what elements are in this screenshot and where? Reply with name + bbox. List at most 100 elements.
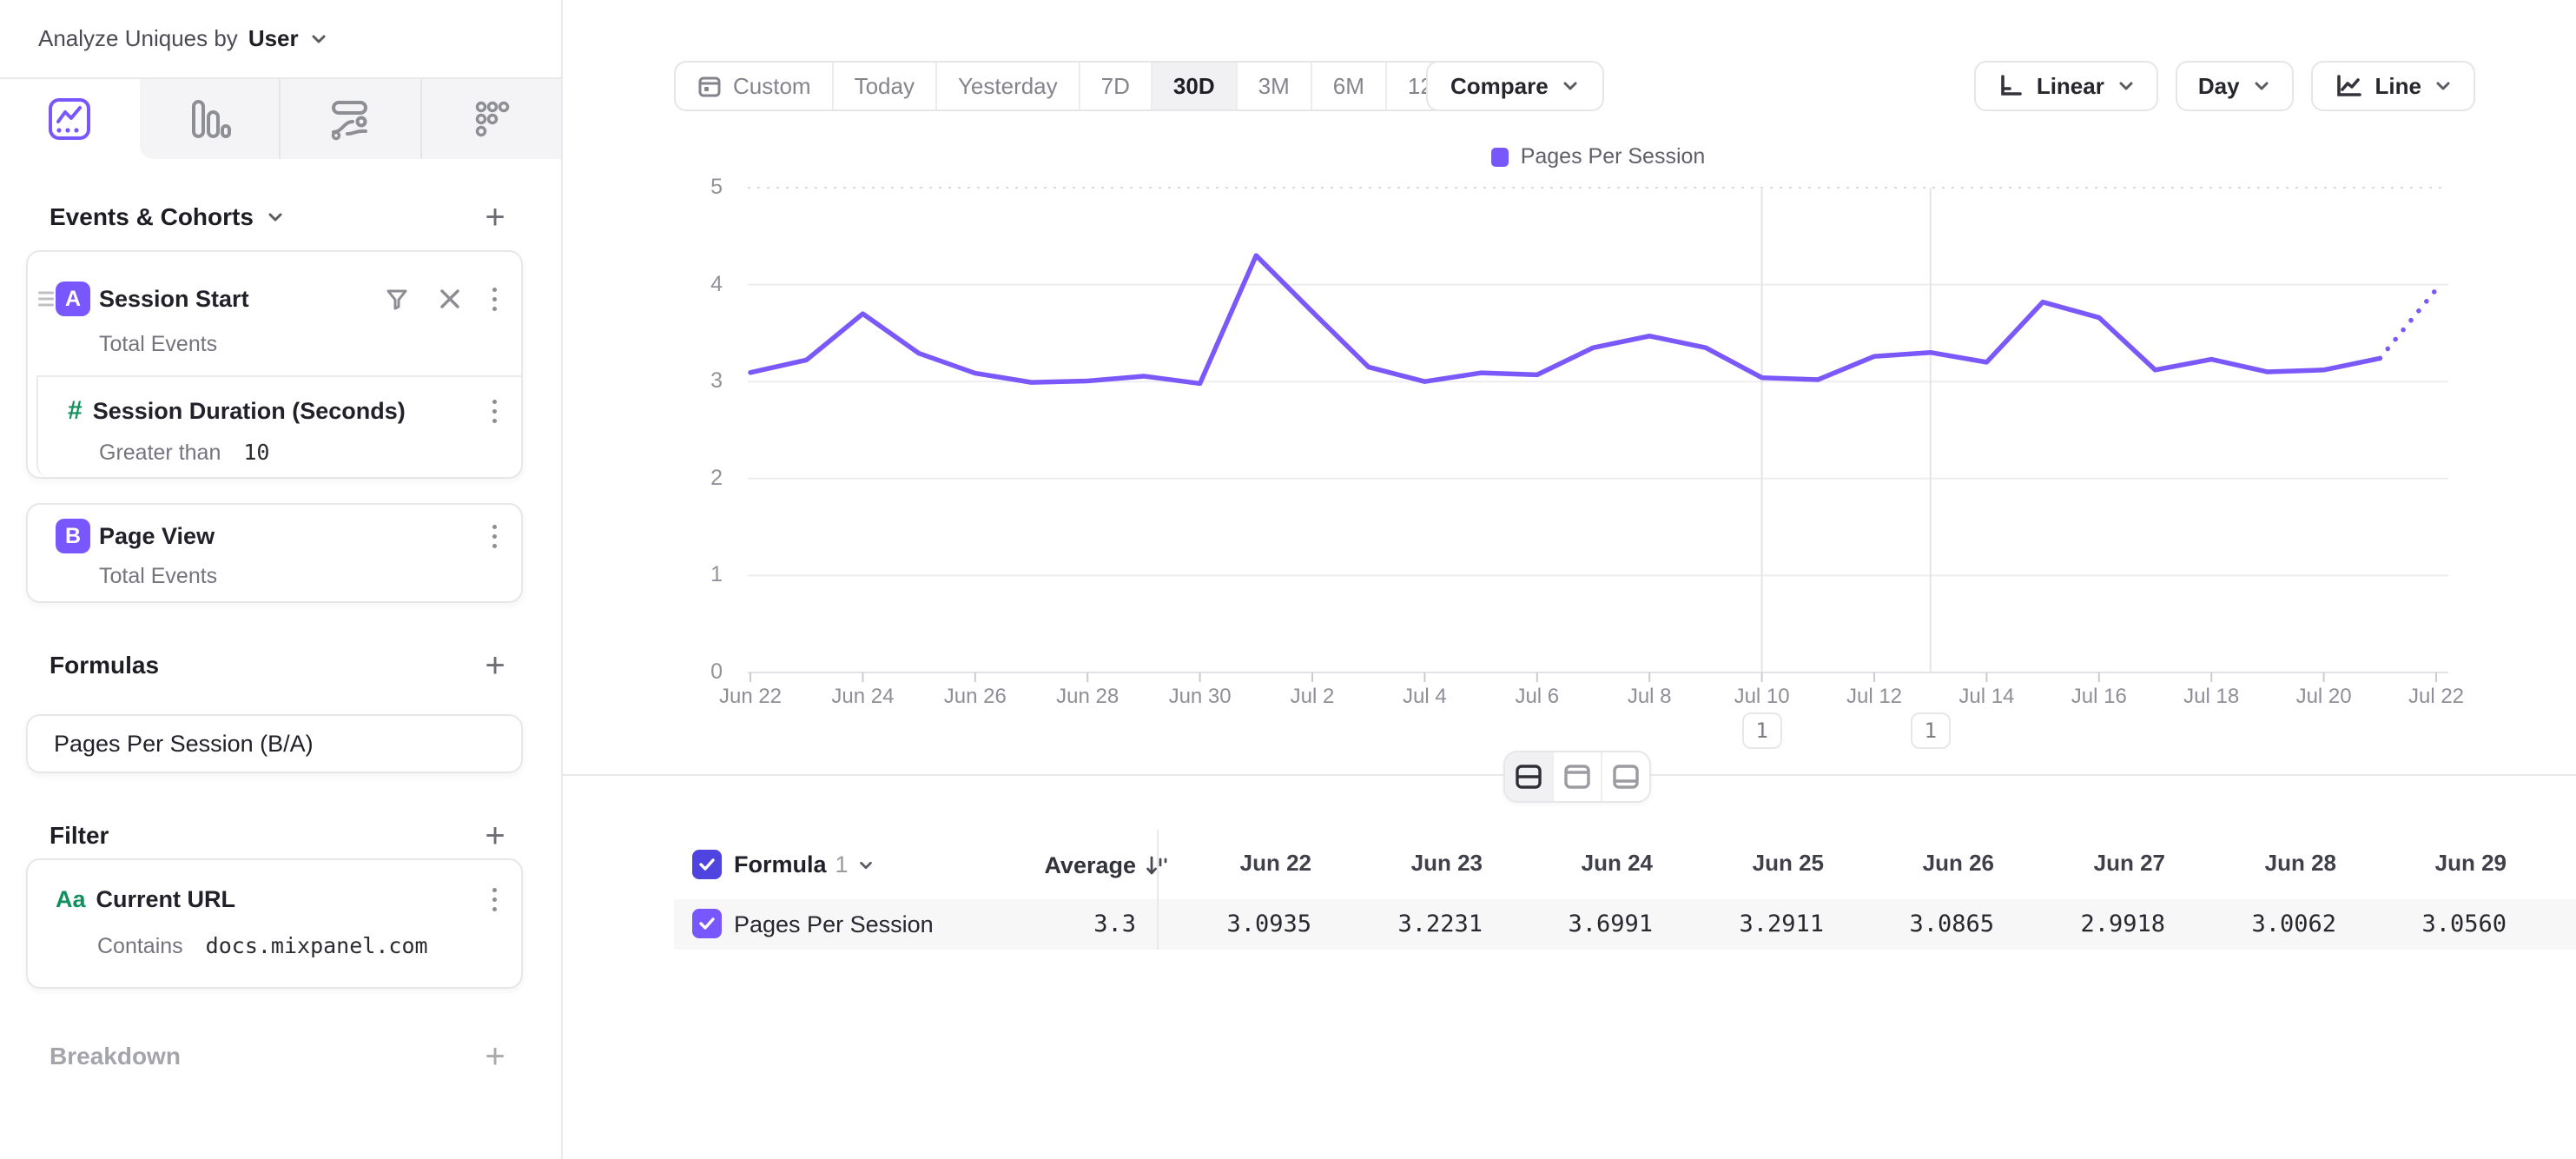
property-menu-icon[interactable] xyxy=(490,400,499,423)
filter-card-current-url[interactable]: Aa Current URL Contains docs.mixpanel.co… xyxy=(26,858,523,989)
line-chart-plot[interactable] xyxy=(748,188,2448,687)
table-column-header[interactable]: Jun 25 xyxy=(1654,850,1824,877)
event-badge-b: B xyxy=(56,519,90,553)
breakdown-title: Breakdown xyxy=(50,1043,181,1070)
range-6m[interactable]: 6M xyxy=(1311,63,1385,109)
event-badge-a: A xyxy=(56,281,90,316)
add-event-button[interactable]: + xyxy=(476,198,514,236)
x-axis-tick-label: Jul 6 xyxy=(1472,685,1602,709)
filter-condition-value: docs.mixpanel.com xyxy=(206,933,428,958)
interval-dropdown[interactable]: Day xyxy=(2176,61,2294,111)
formula-card[interactable]: Pages Per Session (B/A) xyxy=(26,714,523,773)
tab-insights[interactable] xyxy=(0,79,140,159)
y-axis-tick-label: 3 xyxy=(653,368,723,394)
breakdown-header: Breakdown xyxy=(50,1043,181,1070)
x-axis-tick-label: Jul 12 xyxy=(1809,685,1939,709)
analyze-uniques-label: Analyze Uniques by xyxy=(38,25,238,52)
x-axis-tick-label: Jul 2 xyxy=(1247,685,1377,709)
table-column-header[interactable]: Jun 26 xyxy=(1824,850,1994,877)
range-yesterday[interactable]: Yesterday xyxy=(935,63,1079,109)
filter-condition[interactable]: Contains docs.mixpanel.com xyxy=(97,933,521,959)
formula-group-number: 1 xyxy=(836,851,849,878)
tab-retention[interactable] xyxy=(420,79,562,159)
remove-event-icon[interactable] xyxy=(438,287,462,311)
compare-button[interactable]: Compare xyxy=(1426,61,1604,111)
insights-report-page: Analyze Uniques by User xyxy=(0,0,2576,1159)
filter-menu-icon[interactable] xyxy=(490,888,499,911)
chart-type-tabs xyxy=(0,79,561,159)
table-column-header[interactable]: Jun 24 xyxy=(1483,850,1653,877)
chart-legend[interactable]: Pages Per Session xyxy=(748,144,2448,169)
add-formula-button[interactable]: + xyxy=(476,646,514,685)
table-column-header[interactable]: Jun 27 xyxy=(1995,850,2165,877)
event-menu-icon[interactable] xyxy=(490,288,499,311)
property-condition[interactable]: Greater than 10 xyxy=(99,440,521,466)
chart-display-controls: Linear Day Line xyxy=(1974,61,2475,111)
x-axis-tick-label: Jun 22 xyxy=(685,685,816,709)
y-axis-tick-label: 4 xyxy=(653,272,723,297)
events-cohorts-header[interactable]: Events & Cohorts xyxy=(50,203,285,231)
y-axis-tick-label: 0 xyxy=(653,659,723,685)
scale-dropdown[interactable]: Linear xyxy=(1974,61,2158,111)
table-column-header[interactable]: Jun 29 xyxy=(2336,850,2507,877)
chevron-down-icon xyxy=(857,857,875,874)
event-property-subcard[interactable]: # Session Duration (Seconds) Greater tha… xyxy=(36,375,521,477)
formula-expression[interactable]: Pages Per Session (B/A) xyxy=(54,731,314,758)
property-condition-value: 10 xyxy=(243,440,269,465)
report-main-area: Custom Today Yesterday 7D 30D 3M 6M 12M … xyxy=(563,0,2576,1159)
range-custom[interactable]: Custom xyxy=(676,63,832,109)
entity-dropdown[interactable]: User xyxy=(248,25,299,52)
layout-split-view-button[interactable] xyxy=(1505,752,1552,801)
tab-bar-chart[interactable] xyxy=(140,79,280,159)
table-column-header[interactable]: Jun 23 xyxy=(1312,850,1483,877)
x-axis-tick-label: Jul 22 xyxy=(2371,685,2501,709)
chevron-down-icon xyxy=(1561,76,1580,96)
range-7d[interactable]: 7D xyxy=(1079,63,1151,109)
event-card-page-view[interactable]: B Page View Total Events xyxy=(26,503,523,603)
annotation-badge[interactable]: 1 xyxy=(1742,712,1782,749)
layout-chart-only-button[interactable] xyxy=(1552,752,1601,801)
drag-handle-icon[interactable] xyxy=(38,288,54,310)
chevron-down-icon xyxy=(2117,76,2136,96)
formula-group-label: Formula xyxy=(734,851,827,878)
legend-label: Pages Per Session xyxy=(1521,144,1706,169)
event-title[interactable]: Session Start xyxy=(99,286,249,313)
range-30d[interactable]: 30D xyxy=(1151,63,1236,109)
event-title[interactable]: Page View xyxy=(99,523,215,550)
y-axis-tick-label: 5 xyxy=(653,175,723,200)
add-filter-button[interactable]: + xyxy=(476,817,514,855)
event-menu-icon[interactable] xyxy=(490,525,499,548)
query-builder-sidebar: Analyze Uniques by User xyxy=(0,0,563,1159)
table-column-header[interactable]: Jun 22 xyxy=(1141,850,1311,877)
flows-icon xyxy=(327,96,373,142)
table-cell-value: 3.0560 xyxy=(2336,911,2507,937)
event-aggregation[interactable]: Total Events xyxy=(99,564,521,589)
annotation-badge[interactable]: 1 xyxy=(1911,712,1951,749)
add-breakdown-button[interactable]: + xyxy=(476,1037,514,1076)
event-card-session-start[interactable]: A Session Start Total Events # xyxy=(26,250,523,479)
average-column-header[interactable]: Average xyxy=(962,852,1136,879)
insights-line-chart-icon xyxy=(46,96,93,142)
chart-type-dropdown[interactable]: Line xyxy=(2311,61,2475,111)
property-title[interactable]: Session Duration (Seconds) xyxy=(93,398,406,425)
range-3m[interactable]: 3M xyxy=(1236,63,1311,109)
event-row: A Session Start xyxy=(28,252,521,346)
filter-property-title[interactable]: Current URL xyxy=(96,886,236,913)
table-cell-value: 3.2911 xyxy=(1654,911,1824,937)
filter-funnel-icon[interactable] xyxy=(384,286,410,312)
series-row-checkbox[interactable] xyxy=(692,909,722,938)
series-row-label[interactable]: Pages Per Session xyxy=(734,911,934,938)
range-today[interactable]: Today xyxy=(832,63,935,109)
layout-segmented-control xyxy=(1503,751,1651,803)
formula-group-header[interactable]: Formula 1 xyxy=(734,851,875,878)
tab-flows[interactable] xyxy=(279,79,420,159)
table-column-header[interactable]: Jun 28 xyxy=(2166,850,2336,877)
chevron-down-icon xyxy=(309,30,328,49)
select-all-checkbox[interactable] xyxy=(692,850,722,879)
layout-table-only-button[interactable] xyxy=(1601,752,1649,801)
x-axis-tick-label: Jul 8 xyxy=(1584,685,1714,709)
table-cell-value: 3.0062 xyxy=(2166,911,2336,937)
x-axis-tick-label: Jun 26 xyxy=(910,685,1040,709)
x-axis-tick-label: Jun 28 xyxy=(1022,685,1153,709)
retention-dots-icon xyxy=(468,96,515,142)
